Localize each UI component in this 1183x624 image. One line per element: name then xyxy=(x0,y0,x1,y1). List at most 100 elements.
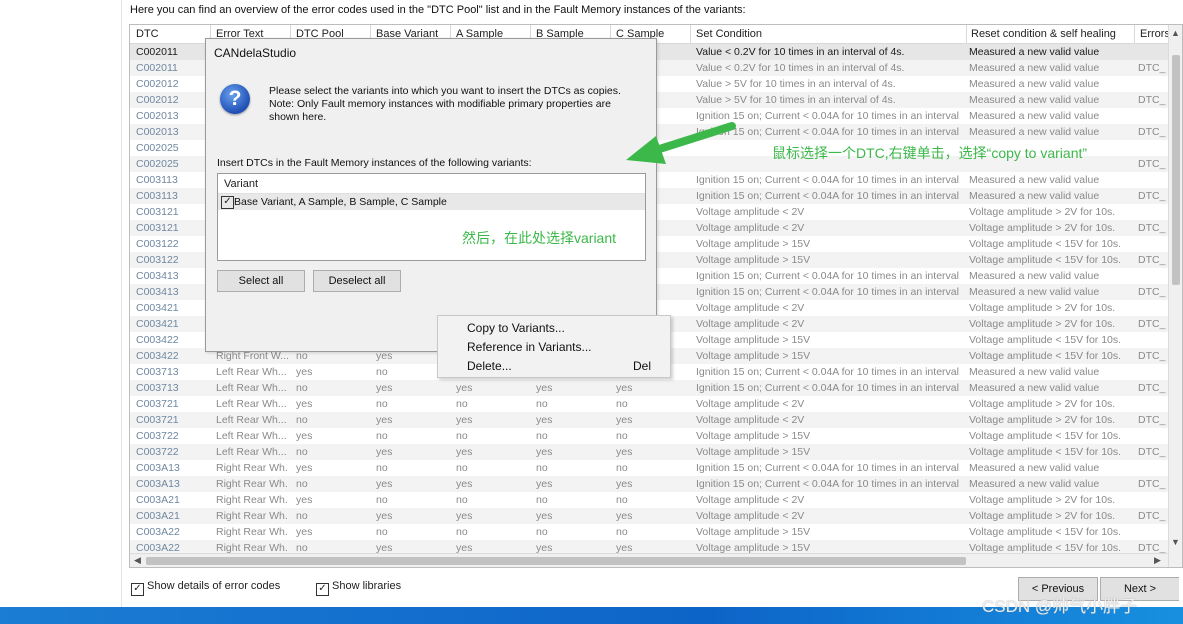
menu-item-copy-to-variants[interactable]: Copy to Variants... xyxy=(467,321,565,335)
checkbox-checked-icon[interactable]: ✓ xyxy=(221,196,234,209)
vertical-scroll-thumb[interactable] xyxy=(1172,55,1180,285)
cell-c: yes xyxy=(616,382,633,394)
cell-b: no xyxy=(536,494,548,506)
cell-base: yes xyxy=(376,478,393,490)
cell-err: Left Rear Wh... xyxy=(216,430,287,442)
cell-dtc: C003721 xyxy=(136,398,179,410)
cell-a: yes xyxy=(456,382,473,394)
dialog-title: CANdelaStudio xyxy=(214,46,297,60)
cell-reset: Voltage amplitude < 15V for 10s. xyxy=(969,446,1122,458)
cell-c: yes xyxy=(616,510,633,522)
cell-set: Value > 5V for 10 times in an interval o… xyxy=(696,94,896,106)
scroll-down-icon[interactable]: ▼ xyxy=(1171,537,1180,547)
cell-dtc: C002025 xyxy=(136,142,179,154)
cell-reset: Voltage amplitude > 2V for 10s. xyxy=(969,494,1116,506)
scroll-left-icon[interactable]: ◀ xyxy=(134,555,141,566)
col-set-condition[interactable]: Set Condition xyxy=(696,28,962,40)
cell-pool: no xyxy=(296,414,308,426)
horizontal-scrollbar[interactable]: ◀ ▶ xyxy=(130,553,1168,567)
dialog-message: Please select the variants into which yo… xyxy=(269,85,621,123)
cell-set: Voltage amplitude < 2V xyxy=(696,510,805,522)
table-row[interactable]: C003A13 Right Rear Wh... no yes yes yes yes Ign… xyxy=(130,476,1168,492)
cell-set: Ignition 15 on; Current < 0.04A for 10 t… xyxy=(696,286,960,298)
cell-base: no xyxy=(376,398,388,410)
table-row[interactable]: C003A13 Right Rear Wh... yes no no no no Igniti… xyxy=(130,460,1168,476)
table-row[interactable]: C003A21 Right Rear Wh... yes no no no no Voltag… xyxy=(130,492,1168,508)
cell-reset: Voltage amplitude > 2V for 10s. xyxy=(969,302,1116,314)
cell-dtc: C003113 xyxy=(136,190,178,202)
cell-set: Voltage amplitude < 2V xyxy=(696,318,805,330)
col-reset-condition[interactable]: Reset condition & self healing xyxy=(971,28,1131,40)
cell-reset: Voltage amplitude > 2V for 10s. xyxy=(969,510,1116,522)
table-row[interactable]: C003721 Left Rear Wh... no yes yes yes yes Volt… xyxy=(130,412,1168,428)
cell-b: no xyxy=(536,398,548,410)
cell-dtc: C003422 xyxy=(136,334,179,346)
deselect-all-button[interactable]: Deselect all xyxy=(313,270,401,292)
cell-base: yes xyxy=(376,446,393,458)
cell-e: DTC_ xyxy=(1138,350,1166,362)
vertical-scrollbar[interactable]: ▲ ▼ xyxy=(1168,25,1182,567)
cell-reset: Measured a new valid value xyxy=(969,110,1100,122)
cell-dtc: C003122 xyxy=(136,254,179,266)
cell-set: Ignition 15 on; Current < 0.04A for 10 t… xyxy=(696,174,960,186)
cell-reset: Voltage amplitude < 15V for 10s. xyxy=(969,526,1122,538)
table-row[interactable]: C003A22 Right Rear Wh... yes no no no no Voltag… xyxy=(130,524,1168,540)
cell-e: DTC_ xyxy=(1138,126,1166,138)
variant-list-item[interactable]: ✓ Base Variant, A Sample, B Sample, C Sa… xyxy=(218,194,645,210)
table-row[interactable]: C003713 Left Rear Wh... no yes yes yes yes Igni… xyxy=(130,380,1168,396)
cell-pool: no xyxy=(296,478,308,490)
cell-dtc: C003713 xyxy=(136,366,179,378)
cell-e: DTC_ xyxy=(1138,414,1166,426)
cell-b: yes xyxy=(536,478,553,490)
cell-dtc: C002011 xyxy=(136,62,178,74)
cell-set: Voltage amplitude < 2V xyxy=(696,398,805,410)
scroll-right-icon[interactable]: ▶ xyxy=(1154,555,1161,566)
cell-dtc: C003722 xyxy=(136,446,179,458)
cell-dtc: C003722 xyxy=(136,430,179,442)
cell-dtc: C003A21 xyxy=(136,494,180,506)
cell-dtc: C002025 xyxy=(136,158,179,170)
show-details-checkbox[interactable]: ✓ Show details of error codes xyxy=(131,580,280,596)
cell-dtc: C002012 xyxy=(136,78,179,90)
annotation-note-2: 然后，在此处选择variant xyxy=(462,230,617,246)
table-row[interactable]: C003721 Left Rear Wh... yes no no no no Voltage… xyxy=(130,396,1168,412)
cell-pool: yes xyxy=(296,366,313,378)
cell-b: no xyxy=(536,462,548,474)
table-row[interactable]: C003722 Left Rear Wh... yes no no no no Voltage… xyxy=(130,428,1168,444)
cell-a: yes xyxy=(456,510,473,522)
cell-a: yes xyxy=(456,446,473,458)
cell-pool: yes xyxy=(296,494,313,506)
table-row[interactable]: C003A21 Right Rear Wh... no yes yes yes yes Vol… xyxy=(130,508,1168,524)
horizontal-scroll-thumb[interactable] xyxy=(146,557,966,565)
cell-set: Voltage amplitude > 15V xyxy=(696,254,811,266)
scroll-up-icon[interactable]: ▲ xyxy=(1171,28,1180,38)
col-errors[interactable]: Errors xyxy=(1140,28,1168,40)
cell-err: Right Rear Wh... xyxy=(216,526,288,538)
cell-reset: Measured a new valid value xyxy=(969,174,1100,186)
cell-e: DTC_ xyxy=(1138,254,1166,266)
cell-set: Ignition 15 on; Current < 0.04A for 10 t… xyxy=(696,366,960,378)
cell-e: DTC_ xyxy=(1138,62,1166,74)
cell-dtc: C003122 xyxy=(136,238,179,250)
cell-reset: Voltage amplitude < 15V for 10s. xyxy=(969,334,1122,346)
annotation-note-1: 鼠标选择一个DTC,右键单击，选择“copy to variant” xyxy=(772,145,1088,161)
cell-set: Voltage amplitude < 2V xyxy=(696,302,805,314)
show-libraries-checkbox[interactable]: ✓ Show libraries xyxy=(316,580,401,596)
cell-err: Right Rear Wh... xyxy=(216,462,288,474)
cell-c: no xyxy=(616,526,628,538)
select-all-button[interactable]: Select all xyxy=(217,270,305,292)
col-dtc[interactable]: DTC xyxy=(136,28,196,40)
cell-base: yes xyxy=(376,414,393,426)
cell-err: Right Rear Wh... xyxy=(216,494,288,506)
menu-item-delete[interactable]: Delete... xyxy=(467,359,512,373)
cell-set: Voltage amplitude > 15V xyxy=(696,526,811,538)
copy-to-variants-dialog: CANdelaStudio ? Please select the varian… xyxy=(205,38,657,352)
menu-item-reference-in-variants[interactable]: Reference in Variants... xyxy=(467,340,592,354)
cell-reset: Voltage amplitude > 2V for 10s. xyxy=(969,222,1116,234)
cell-reset: Voltage amplitude > 2V for 10s. xyxy=(969,414,1116,426)
cell-err: Right Rear Wh... xyxy=(216,478,288,490)
insert-label: Insert DTCs in the Fault Memory instance… xyxy=(217,157,532,169)
cell-c: no xyxy=(616,462,628,474)
table-row[interactable]: C003722 Left Rear Wh... no yes yes yes yes Volt… xyxy=(130,444,1168,460)
cell-dtc: C003A22 xyxy=(136,526,180,538)
